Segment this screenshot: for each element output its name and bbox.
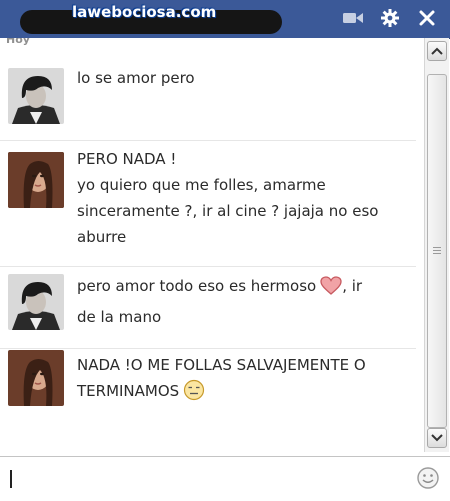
message-row: PERO NADA ! yo quiero que me folles, ama… [0,142,416,267]
message-row: NADA !O ME FOLLAS SALVAJEMENTE O TERMINA… [0,350,416,432]
gear-icon[interactable] [379,7,401,29]
message-line: de la mano [77,308,162,326]
close-icon[interactable] [416,7,438,29]
message-line: NADA !O ME FOLLAS SALVAJEMENTE O [77,356,366,374]
unamused-face-icon [183,379,205,409]
scroll-thumb[interactable] [427,74,447,428]
heart-icon [320,276,342,304]
avatar[interactable] [8,274,64,330]
chat-titlebar: lawebociosa.com [0,0,450,39]
message-line: aburre [77,228,127,246]
avatar[interactable] [8,152,64,208]
message-input[interactable] [14,467,408,493]
chat-scrollbar[interactable] [424,38,449,452]
day-label: Hoy [6,38,30,46]
message-line: yo quiero que me folles, amarme [77,176,326,194]
emoticon-picker-icon[interactable] [416,466,440,490]
message-line: TERMINAMOS [77,378,415,409]
scroll-down-button[interactable] [427,428,447,448]
message-row: pero amor todo eso es hermoso, ir de la … [0,268,416,349]
message-input-bar [0,456,450,501]
video-camera-icon[interactable] [342,7,364,29]
text-caret [10,470,12,488]
avatar[interactable] [8,68,64,124]
avatar[interactable] [8,350,64,406]
message-line: pero amor todo eso es hermoso, ir [77,273,415,304]
message-line: PERO NADA ! [77,150,177,168]
message-line: lo se amor pero [77,69,195,87]
watermark-text: lawebociosa.com [72,3,217,21]
conversation-pane[interactable]: Hoy lo se amor pero PERO NADA ! yo quier… [0,38,424,456]
message-line: sinceramente ?, ir al cine ? jajaja no e… [77,202,379,220]
scroll-up-button[interactable] [427,41,447,61]
message-row: lo se amor pero [0,60,416,141]
